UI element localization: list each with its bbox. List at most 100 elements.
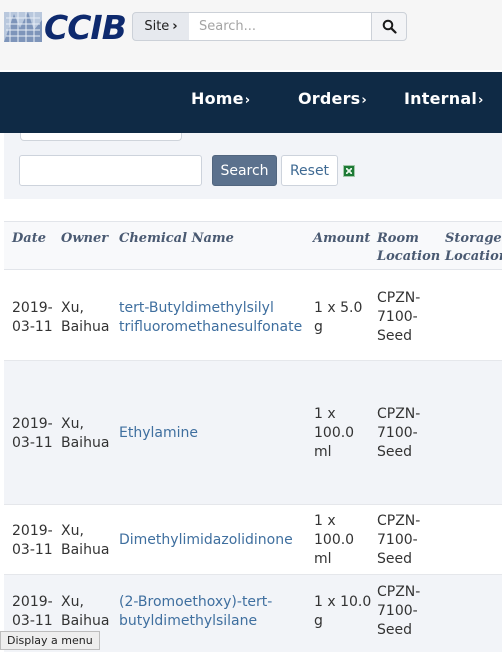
table-row: 2019- 03-11 Xu, Baihua tert-Butyldimethy… (4, 271, 502, 361)
cell-line: Dimethylimidazolidinone (119, 532, 293, 548)
header-line: Storage (445, 231, 502, 246)
cell-line: Xu, (61, 300, 84, 316)
cell-amount: 1 x 100.0 ml (314, 512, 354, 569)
cell-line: Xu, (61, 594, 84, 610)
header-line: Location (377, 249, 441, 264)
cell-line: CPZN- (377, 584, 421, 600)
cell-line: 03-11 (12, 542, 53, 558)
cell-line: 7100- (377, 603, 418, 619)
excel-export-icon[interactable] (343, 165, 355, 177)
cell-owner: Xu, Baihua (61, 522, 109, 560)
table-row: 2019- 03-11 Xu, Baihua Dimethylimidazoli… (4, 505, 502, 575)
cell-line: 2019- (12, 300, 53, 316)
cell-line: 03-11 (12, 435, 53, 451)
cell-date: 2019- 03-11 (12, 415, 53, 453)
cell-line: Baihua (61, 542, 110, 558)
filter-text-input[interactable] (19, 155, 202, 186)
menu-tooltip: Display a menu (0, 631, 100, 650)
chemical-name-link[interactable]: Ethylamine (119, 424, 198, 443)
cell-line: Baihua (61, 319, 110, 335)
filter-panel: Search Reset (4, 133, 502, 199)
cell-line: 1 x 10.0 (314, 594, 372, 610)
cell-line: Baihua (61, 435, 110, 451)
cell-line: Baihua (61, 613, 110, 629)
top-header: CCIB Site › (0, 0, 502, 70)
cell-line: Xu, (61, 523, 84, 539)
cell-amount: 1 x 5.0 g (314, 299, 362, 337)
search-submit-button[interactable] (371, 12, 407, 41)
column-header-room-location[interactable]: Room Location (377, 230, 440, 266)
cell-line: Seed (377, 444, 412, 460)
cell-line: (2-Bromoethoxy)-tert- (119, 594, 273, 610)
nav-item-orders[interactable]: Orders› (298, 89, 367, 108)
chevron-right-icon: › (478, 93, 484, 108)
chemical-name-link[interactable]: Dimethylimidazolidinone (119, 531, 293, 550)
cell-room-location: CPZN- 7100- Seed (377, 405, 420, 462)
cell-line: butyldimethylsilane (119, 613, 258, 629)
cell-line: ml (314, 551, 332, 567)
cell-line: g (314, 613, 323, 629)
cell-line: 7100- (377, 425, 418, 441)
cell-date: 2019- 03-11 (12, 522, 53, 560)
cell-room-location: CPZN- 7100- Seed (377, 512, 420, 569)
cell-date: 2019- 03-11 (12, 593, 53, 631)
table-row: 2019- 03-11 Xu, Baihua Ethylamine 1 x 10… (4, 361, 502, 505)
cell-room-location: CPZN- 7100- Seed (377, 289, 420, 346)
nav-home-label: Home (191, 89, 244, 108)
filter-select[interactable] (20, 133, 182, 141)
nav-orders-label: Orders (298, 89, 361, 108)
cell-line: 2019- (12, 523, 53, 539)
cell-line: CPZN- (377, 290, 421, 306)
header-line: Room (377, 231, 419, 246)
cell-line: CPZN- (377, 406, 421, 422)
cell-line: Xu, (61, 416, 84, 432)
column-header-amount[interactable]: Amount (313, 230, 370, 248)
chemical-name-link[interactable]: (2-Bromoethoxy)-tert- butyldimethylsilan… (119, 593, 272, 631)
cell-line: 03-11 (12, 319, 53, 335)
column-header-chemical-name[interactable]: Chemical Name (119, 230, 234, 248)
chevron-right-icon: › (244, 93, 251, 108)
cell-line: Seed (377, 328, 412, 344)
cell-owner: Xu, Baihua (61, 593, 109, 631)
cell-owner: Xu, Baihua (61, 415, 109, 453)
ccib-logo[interactable]: CCIB (0, 8, 127, 47)
cell-line: 2019- (12, 594, 53, 610)
column-header-date[interactable]: Date (12, 230, 46, 248)
cell-line: 1 x (314, 513, 336, 529)
cell-room-location: CPZN- 7100- Seed (377, 583, 420, 640)
search-input[interactable] (189, 12, 372, 41)
filter-reset-button[interactable]: Reset (281, 155, 338, 186)
cell-amount: 1 x 10.0 g (314, 593, 371, 631)
cell-line: g (314, 319, 323, 335)
column-header-storage-location[interactable]: Storage Location (445, 230, 502, 266)
cell-line: 7100- (377, 309, 418, 325)
cell-line: 100.0 (314, 425, 355, 441)
cell-date: 2019- 03-11 (12, 299, 53, 337)
cell-line: trifluoromethanesulfonate (119, 319, 303, 335)
logo-graphic-icon (4, 12, 42, 42)
search-icon (382, 19, 397, 34)
nav-internal-label: Internal (404, 89, 478, 108)
nav-item-internal[interactable]: Internal› (404, 89, 484, 108)
header-line: Location (445, 249, 502, 264)
cell-owner: Xu, Baihua (61, 299, 109, 337)
site-dropdown-button[interactable]: Site › (132, 12, 190, 41)
cell-line: 7100- (377, 532, 418, 548)
column-header-owner[interactable]: Owner (61, 230, 108, 248)
cell-line: CPZN- (377, 513, 421, 529)
nav-item-home[interactable]: Home› (191, 89, 250, 108)
logo-text: CCIB (44, 8, 127, 47)
filter-search-button[interactable]: Search (212, 155, 277, 186)
cell-line: 03-11 (12, 613, 53, 629)
cell-amount: 1 x 100.0 ml (314, 405, 354, 462)
cell-line: Ethylamine (119, 425, 198, 441)
cell-line: 100.0 (314, 532, 355, 548)
cell-line: 1 x (314, 406, 336, 422)
chemical-name-link[interactable]: tert-Butyldimethylsilyl trifluoromethane… (119, 299, 302, 337)
cell-line: 1 x 5.0 (314, 300, 363, 316)
table-header: Date Owner Chemical Name Amount Room Loc… (4, 221, 502, 270)
cell-line: tert-Butyldimethylsilyl (119, 300, 274, 316)
cell-line: ml (314, 444, 332, 460)
main-navbar: Home› Orders› Internal› (0, 72, 502, 133)
cell-line: 2019- (12, 416, 53, 432)
